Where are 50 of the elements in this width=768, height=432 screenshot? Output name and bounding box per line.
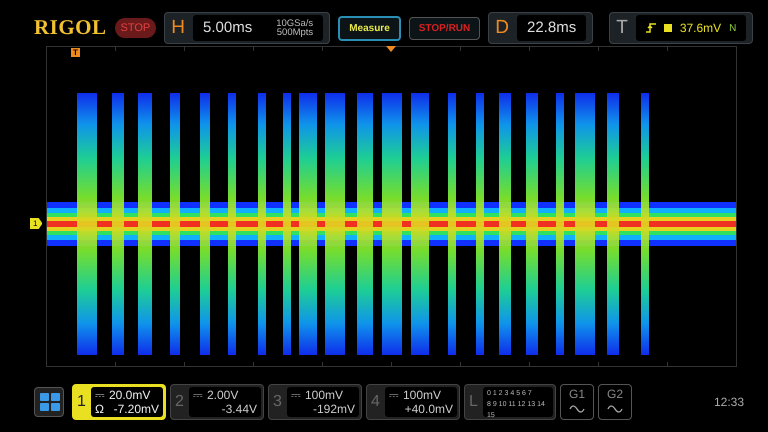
delay-value: 22.8ms — [527, 18, 576, 38]
channel-button[interactable]: 4 ⎓ 100mV +40.0mV — [366, 384, 460, 420]
trigger-level: 37.6mV — [680, 20, 722, 37]
source-square-icon — [664, 24, 672, 32]
trigger-mode: N — [729, 22, 736, 36]
channel-marker: 1 — [30, 218, 42, 229]
sample-rate: 10GSa/s — [276, 18, 314, 28]
generator-label: G1 — [568, 387, 586, 401]
channel-button[interactable]: 2 ⎓ 2.00V -3.44V — [170, 384, 264, 420]
channel-scale: 100mV — [305, 388, 344, 402]
trigger-marker: T — [71, 48, 80, 57]
channel-scale: 100mV — [403, 388, 442, 402]
coupling-icon: ⎓ — [95, 388, 105, 402]
channel-number: 2 — [175, 392, 185, 412]
delay-label: D — [495, 16, 509, 40]
trigger-label: T — [616, 16, 628, 40]
timebase-value: 5.00ms — [203, 18, 252, 38]
coupling-icon: ⎓ — [193, 388, 203, 402]
channel-offset: -7.20mV — [114, 402, 159, 416]
brand-logo: RIGOL — [34, 14, 107, 42]
clock-time: 12:33 — [714, 394, 744, 411]
channel-number: 3 — [273, 392, 283, 412]
sine-wave-icon — [607, 404, 623, 413]
channel-button[interactable]: 1 ⎓ 20.0mV Ω -7.20mV — [72, 384, 166, 420]
trigger-panel[interactable]: T 37.6mV N — [609, 12, 754, 44]
channel-offset: -3.44V — [222, 402, 257, 416]
delay-panel[interactable]: D 22.8ms — [488, 12, 594, 44]
rising-edge-icon — [646, 23, 656, 33]
app-menu-button[interactable] — [34, 387, 64, 417]
generator-button[interactable]: G2 — [598, 384, 632, 420]
channel-scale: 2.00V — [207, 388, 238, 402]
sine-wave-icon — [569, 404, 585, 413]
generator-label: G2 — [606, 387, 624, 401]
channel-number: 1 — [77, 392, 87, 412]
channel-offset: +40.0mV — [404, 402, 453, 416]
horizontal-label: H — [171, 16, 186, 40]
coupling-icon: ⎓ — [389, 388, 399, 402]
memory-depth: 500Mpts — [276, 28, 314, 38]
channel-scale: 20.0mV — [109, 388, 150, 402]
coupling-icon: ⎓ — [291, 388, 301, 402]
channel-offset: -192mV — [312, 402, 355, 416]
horizontal-panel[interactable]: H 5.00ms 10GSa/s 500Mpts — [164, 12, 330, 44]
stop-run-button[interactable]: STOP/RUN — [408, 16, 480, 40]
impedance-icon: Ω — [95, 402, 104, 416]
channel-number: 4 — [371, 392, 381, 412]
generator-button[interactable]: G1 — [560, 384, 594, 420]
channel-button[interactable]: 3 ⎓ 100mV -192mV — [268, 384, 362, 420]
logic-label: L — [469, 392, 479, 412]
measure-button[interactable]: Measure — [338, 16, 401, 40]
trigger-position-icon — [386, 46, 396, 52]
